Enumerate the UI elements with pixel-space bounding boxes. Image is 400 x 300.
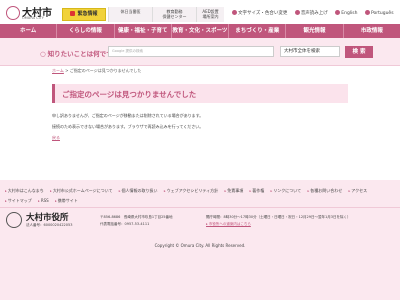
text-size-icon [232,10,237,15]
page-title: ご指定のページは見つかりませんでした [62,90,197,99]
footer-link-privacy[interactable]: 個人情報の取り扱い [119,188,158,193]
search-input[interactable]: Google 提供の検索 [108,46,274,57]
city-emblem-icon[interactable] [6,6,20,20]
footer-link-contact[interactable]: 各種お問い合わせ [307,188,342,193]
utility-links: 文字サイズ・色合い変更 音声読み上げ English Português [232,10,400,16]
nav-item-education[interactable]: 教育・文化・スポーツ [172,24,230,38]
search-button[interactable]: 検 索 [345,46,373,58]
nav-item-home[interactable]: ホーム [0,24,58,38]
speaker-icon [294,10,300,15]
back-link[interactable]: 戻る [52,135,60,141]
footer-link-site-info[interactable]: 大村市公式ホームページについて [50,188,112,193]
footer-link-access[interactable]: アクセス [349,188,368,193]
site-logo-roman: OMURA CITY [22,16,44,20]
portuguese-link[interactable]: Português [364,10,394,16]
nav-item-living[interactable]: くらしの情報 [57,24,115,38]
footer-link-sitemap[interactable]: サイトマップ [5,198,32,203]
breadcrumb: ホーム > ご指定のページは見つかりませんでした [52,68,142,73]
footer-link-links[interactable]: リンクについて [271,188,302,193]
nav-item-health[interactable]: 健康・福祉・子育て [115,24,172,38]
footer-org-name: 大村市役所 [26,213,69,223]
footer-links: 大村市はこんなまち 大村市公式ホームページについて 個人情報の取り扱い ウェブア… [5,186,400,206]
footer-link-copyright[interactable]: 著作権 [249,188,264,193]
directions-link[interactable]: ▸ 市役所への道案内はこちら [206,222,251,227]
english-link[interactable]: English [335,10,358,16]
city-emblem-icon [6,212,22,228]
nav-item-city-admin[interactable]: 市政情報 [344,24,400,38]
globe-icon [335,10,341,15]
breadcrumb-home[interactable]: ホーム [52,68,64,73]
aed-location-link[interactable]: AED設置 場所案内 [196,7,224,22]
footer-corp-number: 法人番号：6000020422053 [26,223,73,227]
holiday-doctor-link[interactable]: 休日当番医 [108,7,152,22]
footer-link-mobile[interactable]: 携帯サイト [55,198,78,203]
emergency-info-button[interactable]: 緊急情報 [62,8,106,21]
error-message-2: 接続のため表示できない場合があります。ブラウザで再読み込みを行ってください。 [52,124,204,129]
footer-link-rss[interactable]: RSS [38,198,49,203]
footer-link-disclaimer[interactable]: 免責事項 [224,188,243,193]
global-nav: ホーム くらしの情報 健康・福祉・子育て 教育・文化・スポーツ まちづくり・産業… [0,24,400,38]
footer-link-about[interactable]: 大村市はこんなまち [5,188,44,193]
read-aloud-link[interactable]: 音声読み上げ [294,10,328,16]
breadcrumb-current: ご指定のページは見つかりませんでした [69,68,142,73]
nav-item-tourism[interactable]: 観光情報 [286,24,344,38]
footer-link-accessibility[interactable]: ウェブアクセシビリティ方針 [164,188,218,193]
footer-divider [0,207,400,208]
error-message-1: 申し訳ありませんが、ご指定のページが移動または削除されている場合があります。 [52,113,204,118]
footer-hours: 開庁時間：8時30分～17時30分（土曜日・日曜日・祝日・12月29日～翌年1月… [206,215,351,219]
nav-item-town[interactable]: まちづくり・産業 [229,24,287,38]
text-size-color-link[interactable]: 文字サイズ・色合い変更 [232,10,287,16]
copyright: Copyright © Omura City. All Rights Reser… [154,243,246,248]
health-center-link[interactable]: 教育勤務 保健センター [152,7,196,22]
footer-phone: 代表電話番号：0957-53-4111 [100,222,150,226]
globe-icon [364,10,370,15]
search-scope-select[interactable]: 大村市全体を検索 [280,46,340,57]
footer-address: 〒856-8686 長崎県大村市玖島1丁目25番地 [100,215,173,219]
